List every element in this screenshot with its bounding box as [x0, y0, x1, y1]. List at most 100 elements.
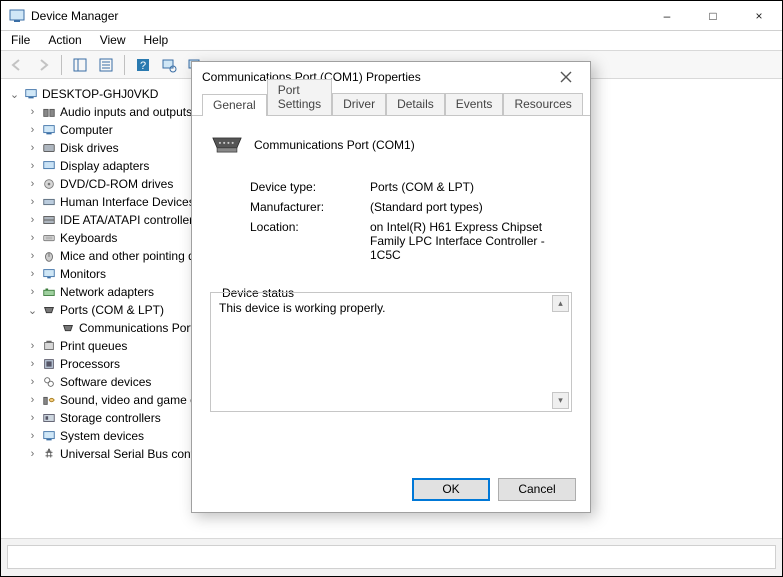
- help-toolbar-button[interactable]: ?: [131, 54, 155, 76]
- scan-hardware-button[interactable]: [157, 54, 181, 76]
- device-status-box: This device is working properly. ▴ ▾: [210, 292, 572, 412]
- menu-view[interactable]: View: [98, 33, 128, 50]
- manufacturer-value: (Standard port types): [370, 200, 572, 214]
- chevron-right-icon[interactable]: ›: [25, 375, 40, 390]
- main-window-title: Device Manager: [31, 9, 644, 23]
- menu-help[interactable]: Help: [142, 33, 171, 50]
- tree-item-label: Processors: [58, 357, 120, 371]
- category-icon: [40, 338, 58, 354]
- device-name: Communications Port (COM1): [254, 138, 415, 152]
- cancel-button[interactable]: Cancel: [498, 478, 576, 501]
- minimize-button[interactable]: –: [644, 1, 690, 31]
- toolbar-separator: [61, 55, 62, 75]
- device-type-label: Device type:: [250, 180, 370, 194]
- menu-file[interactable]: File: [9, 33, 32, 50]
- status-bar: [1, 538, 782, 576]
- category-icon: [40, 176, 58, 192]
- tree-item-label: Network adapters: [58, 285, 154, 299]
- chevron-right-icon[interactable]: ›: [25, 357, 40, 372]
- tab-events[interactable]: Events: [445, 93, 504, 115]
- menu-bar: File Action View Help: [1, 31, 782, 51]
- tab-strip: General Port Settings Driver Details Eve…: [192, 92, 590, 116]
- app-icon: [9, 8, 25, 24]
- chevron-right-icon[interactable]: ›: [25, 231, 40, 246]
- dialog-titlebar[interactable]: Communications Port (COM1) Properties: [192, 62, 590, 92]
- scroll-down-button[interactable]: ▾: [552, 392, 569, 409]
- forward-button: [31, 54, 55, 76]
- category-icon: [40, 212, 58, 228]
- category-icon: [40, 248, 58, 264]
- tree-item-label: Computer: [58, 123, 113, 137]
- manufacturer-label: Manufacturer:: [250, 200, 370, 214]
- tree-item-label: System devices: [58, 429, 144, 443]
- properties-dialog: Communications Port (COM1) Properties Ge…: [191, 61, 591, 513]
- chevron-right-icon[interactable]: ›: [25, 339, 40, 354]
- close-button[interactable]: ×: [736, 1, 782, 31]
- port-icon: [59, 320, 77, 336]
- chevron-right-icon[interactable]: ›: [25, 249, 40, 264]
- category-icon: [40, 158, 58, 174]
- category-icon: [40, 122, 58, 138]
- category-icon: [40, 410, 58, 426]
- location-label: Location:: [250, 220, 370, 262]
- category-icon: [40, 284, 58, 300]
- chevron-right-icon[interactable]: ›: [25, 411, 40, 426]
- tab-resources[interactable]: Resources: [503, 93, 582, 115]
- category-icon: [40, 446, 58, 462]
- device-status-text: This device is working properly.: [219, 301, 386, 315]
- maximize-button[interactable]: □: [690, 1, 736, 31]
- properties-toolbar-button[interactable]: [94, 54, 118, 76]
- tab-port-settings[interactable]: Port Settings: [267, 79, 332, 115]
- svg-text:?: ?: [140, 60, 146, 72]
- chevron-right-icon[interactable]: ›: [25, 429, 40, 444]
- tree-item-label: Display adapters: [58, 159, 149, 173]
- chevron-right-icon[interactable]: ›: [25, 159, 40, 174]
- category-icon: [40, 392, 58, 408]
- tree-root-label: DESKTOP-GHJ0VKD: [40, 87, 158, 101]
- computer-icon: [22, 86, 40, 102]
- tree-item-label: IDE ATA/ATAPI controllers: [58, 213, 199, 227]
- scroll-up-button[interactable]: ▴: [552, 295, 569, 312]
- ok-button[interactable]: OK: [412, 478, 490, 501]
- category-icon: [40, 428, 58, 444]
- tree-item-label: Human Interface Devices: [58, 195, 195, 209]
- tree-item-label: Storage controllers: [58, 411, 161, 425]
- chevron-right-icon[interactable]: ›: [25, 447, 40, 462]
- chevron-right-icon[interactable]: ›: [25, 141, 40, 156]
- category-icon: [40, 194, 58, 210]
- chevron-down-icon[interactable]: ⌄: [25, 303, 40, 318]
- toolbar-separator: [124, 55, 125, 75]
- dialog-button-row: OK Cancel: [192, 466, 590, 512]
- menu-action[interactable]: Action: [46, 33, 83, 50]
- close-icon: [560, 71, 572, 83]
- chevron-right-icon[interactable]: ›: [25, 123, 40, 138]
- chevron-right-icon[interactable]: ›: [25, 213, 40, 228]
- device-type-value: Ports (COM & LPT): [370, 180, 572, 194]
- tree-item-label: Monitors: [58, 267, 106, 281]
- category-icon: [40, 104, 58, 120]
- category-icon: [40, 374, 58, 390]
- chevron-right-icon[interactable]: ›: [25, 285, 40, 300]
- tree-item-label: DVD/CD-ROM drives: [58, 177, 173, 191]
- chevron-right-icon[interactable]: ›: [25, 393, 40, 408]
- category-icon: [40, 230, 58, 246]
- tab-details[interactable]: Details: [386, 93, 445, 115]
- chevron-down-icon[interactable]: ⌄: [7, 87, 22, 102]
- back-button: [5, 54, 29, 76]
- category-icon: [40, 140, 58, 156]
- category-icon: [40, 302, 58, 318]
- tab-general[interactable]: General: [202, 94, 267, 116]
- show-hide-tree-button[interactable]: [68, 54, 92, 76]
- status-bar-panel: [7, 545, 776, 569]
- port-device-icon: [210, 132, 244, 158]
- chevron-right-icon[interactable]: ›: [25, 267, 40, 282]
- chevron-right-icon[interactable]: ›: [25, 177, 40, 192]
- chevron-right-icon[interactable]: ›: [25, 105, 40, 120]
- tab-driver[interactable]: Driver: [332, 93, 386, 115]
- location-value: on Intel(R) H61 Express Chipset Family L…: [370, 220, 572, 262]
- dialog-close-button[interactable]: [552, 63, 580, 91]
- chevron-right-icon[interactable]: ›: [25, 195, 40, 210]
- tree-item-label: Keyboards: [58, 231, 117, 245]
- tree-item-label: Software devices: [58, 375, 151, 389]
- dialog-body: Communications Port (COM1) Device type: …: [192, 116, 590, 466]
